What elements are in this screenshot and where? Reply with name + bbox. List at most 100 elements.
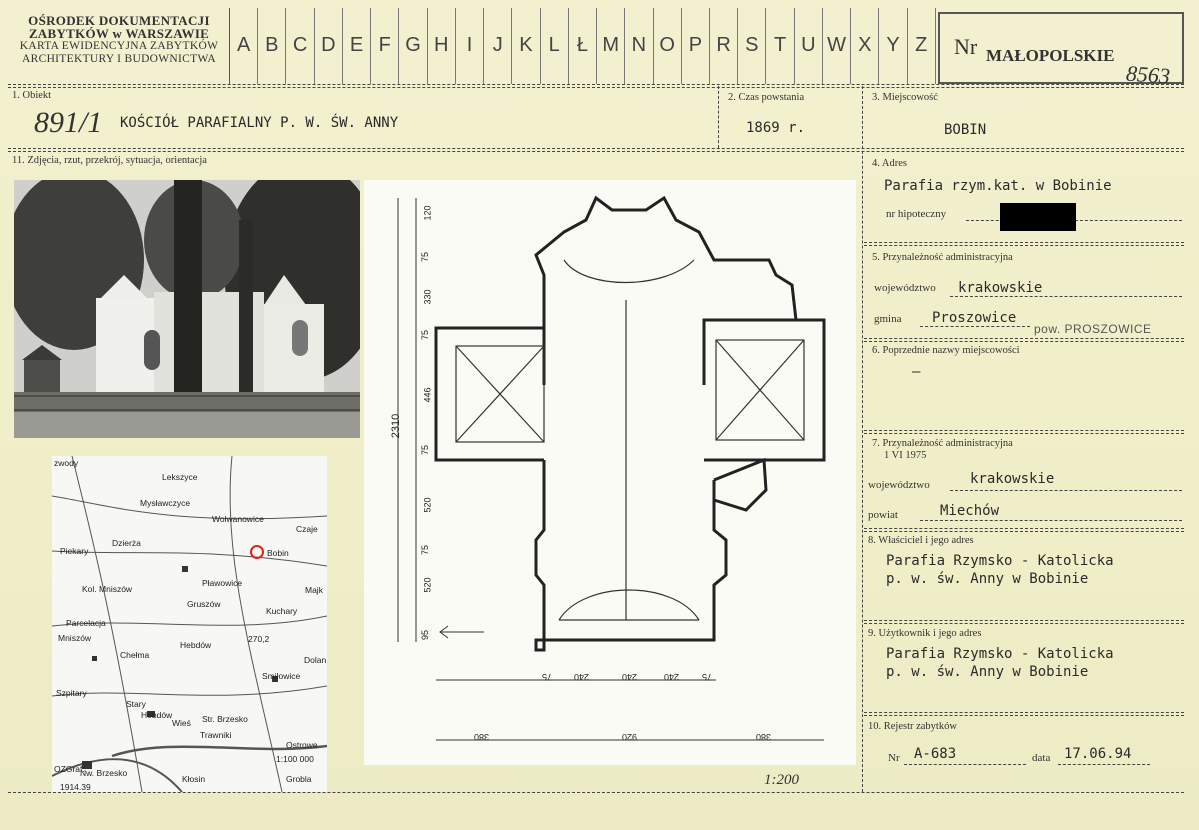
alphabet-letter: D [315, 8, 343, 84]
alphabet-letter: E [343, 8, 372, 84]
rejestr-data-value: 17.06.94 [1064, 746, 1132, 762]
plan-left-dimension: 520 [422, 497, 433, 513]
alphabet-letter: B [258, 8, 287, 84]
nr-region: MAŁOPOLSKIE [986, 46, 1115, 65]
plan-bottom-dimension: 75 [542, 672, 553, 682]
map-label-25: Trawniki [200, 730, 232, 740]
map-label-6: Piekary [60, 546, 89, 556]
map-label-29: Grobla [286, 774, 312, 784]
plan-left-dimension: 446 [422, 387, 433, 403]
wlasciciel-value-1: Parafia Rzymsko - Katolicka [886, 553, 1114, 569]
map-label-13: Majk [305, 585, 323, 595]
plan-left-dimension: 120 [422, 205, 433, 221]
zdjecia-label: 11. Zdjęcia, rzut, przekrój, sytuacja, o… [12, 155, 207, 166]
registry-number-box: Nr MAŁOPOLSKIE 8563 [938, 12, 1184, 89]
alphabet-letter: T [766, 8, 795, 84]
plan-bottom-dimension: 240 [574, 672, 590, 682]
map-label-32: 1:100 000 [276, 754, 314, 764]
map-label-20: Stary [126, 699, 146, 709]
powiat-label: powiat [868, 509, 898, 521]
wlasciciel-value-2: p. w. św. Anny w Bobinie [886, 571, 1089, 587]
poprzednie-label: 6. Poprzednie nazwy miejscowości [872, 345, 1020, 356]
map-label-24: Str. Brzesko [202, 714, 248, 724]
church-photograph [14, 180, 360, 438]
plan-outer-dimension: 920 [622, 732, 638, 742]
alphabet-letter: O [654, 8, 682, 84]
plan-left-dimension: 75 [420, 544, 431, 556]
org-line-4: ARCHITEKTURY I BUDOWNICTWA [22, 53, 216, 65]
wojewodztwo2-value: krakowskie [970, 471, 1055, 487]
issuing-organization: OŚRODEK DOKUMENTACJI ZABYTKÓW w WARSZAWI… [10, 14, 228, 66]
map-label-18: Dolan [304, 655, 327, 665]
scale-label: 1:200 [764, 772, 799, 788]
map-label-31: 1914.39 [60, 782, 91, 792]
map-label-28: Kłosin [182, 774, 206, 784]
obiekt-label: 1. Obiekt [12, 90, 52, 101]
rejestr-label: 10. Rejestr zabytków [868, 721, 957, 732]
alphabet-letter: Z [908, 8, 936, 84]
czas-value: 1869 r. [746, 120, 806, 136]
alphabet-letter: Y [879, 8, 908, 84]
alphabet-letter: M [597, 8, 626, 84]
alphabet-letter: K [512, 8, 541, 84]
alphabet-letter: X [851, 8, 880, 84]
miejscowosc-label: 3. Miejscowość [872, 92, 938, 103]
map-label-2: Lekszyce [162, 472, 198, 482]
uzytkownik-label: 9. Użytkownik i jego adres [868, 628, 982, 639]
plan-left-dimension: 75 [420, 329, 431, 341]
wlasciciel-label: 8. Właściciel i jego adres [868, 535, 974, 546]
alphabet-letter: C [286, 8, 315, 84]
map-label-30: OZGraf. [54, 764, 85, 774]
alphabet-letter: H [428, 8, 456, 84]
nr-hipoteczny-label: nr hipoteczny [886, 208, 947, 220]
map-label-33: 270,2 [248, 634, 270, 644]
org-line-3: KARTA EWIDENCYJNA ZABYTKÓW [19, 40, 219, 52]
map-label-22: Hebdów [141, 710, 173, 720]
wojewodztwo-value: krakowskie [958, 280, 1043, 296]
poprzednie-value: – [912, 364, 921, 380]
plan-bottom-dimension: 240 [664, 672, 680, 682]
alphabet-letter: Ł [569, 8, 598, 84]
nr-label: Nr [954, 34, 978, 59]
map-label-5: Czaje [296, 524, 318, 534]
map-label-17: Hebdów [180, 640, 212, 650]
map-label-19: Szpitary [56, 688, 87, 698]
przynaleznosc2-date: 1 VI 1975 [884, 450, 927, 461]
map-label-10: Pławowice [202, 578, 243, 588]
alphabet-letter: J [484, 8, 513, 84]
plan-outer-dimension: 380 [474, 732, 490, 742]
alphabet-letter: W [823, 8, 852, 84]
photo-image [14, 180, 360, 438]
map-label-7: Dzierża [112, 538, 141, 548]
map-label-9: Kol. Mniszów [82, 584, 133, 594]
uzytkownik-value-2: p. w. św. Anny w Bobinie [886, 664, 1089, 680]
alphabet-index: ABCDEFGHIJKLŁMNOPRSTUWXYZ [230, 8, 936, 84]
przynaleznosc2-label: 7. Przynależność administracyjna [872, 438, 1013, 449]
map-label-11: Gruszów [187, 599, 221, 609]
nr-number: 8563 [1125, 60, 1171, 89]
alphabet-letter: U [795, 8, 823, 84]
alphabet-letter: L [541, 8, 569, 84]
plan-bottom-dimension: 75 [702, 672, 713, 682]
alphabet-letter: F [371, 8, 400, 84]
adres-label: 4. Adres [872, 158, 907, 169]
map-label-4: Wolwanowice [212, 514, 264, 524]
plan-left-dimension: 75 [420, 444, 431, 456]
map-label-14: Parcelacja [66, 618, 106, 628]
alphabet-letter: P [682, 8, 710, 84]
plan-bottom-dimension: 240 [622, 672, 638, 682]
map-label-21: Smiłowice [262, 671, 301, 681]
map-label-26: Ostrowe [286, 740, 318, 750]
czas-label: 2. Czas powstania [728, 92, 805, 103]
map-label-15: Mniszów [58, 633, 92, 643]
gmina-value: Proszowice [932, 310, 1017, 326]
map-label-16: Chełma [120, 650, 150, 660]
alphabet-letter: G [399, 8, 428, 84]
plan-left-dimension: 520 [422, 577, 433, 593]
miejscowosc-value: BOBIN [944, 122, 987, 138]
powiat-value: Miechów [940, 503, 1000, 519]
wojewodztwo2-label: województwo [868, 479, 930, 491]
wojewodztwo-label: województwo [874, 282, 936, 294]
alphabet-letter: A [230, 8, 259, 84]
plan-left-dimension: 95 [420, 629, 431, 641]
